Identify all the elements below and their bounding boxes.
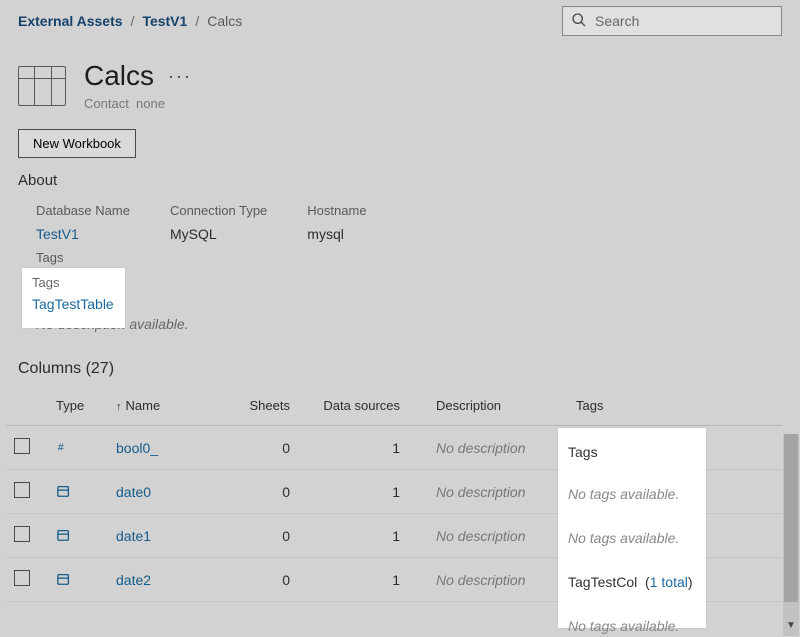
tags-cell: No tags available. bbox=[568, 558, 782, 602]
row-checkbox[interactable] bbox=[14, 570, 30, 586]
vertical-scrollbar[interactable]: ▲ ▼ bbox=[783, 434, 799, 636]
description-label: Description bbox=[36, 295, 764, 310]
col-tags-header[interactable]: Tags bbox=[568, 386, 782, 426]
connection-type-value: MySQL bbox=[170, 226, 267, 242]
search-icon bbox=[571, 12, 587, 31]
col-datasources-header[interactable]: Data sources bbox=[298, 386, 408, 426]
datasource-icon bbox=[18, 66, 66, 106]
breadcrumb-current: Calcs bbox=[207, 13, 242, 29]
contact-value: none bbox=[136, 96, 165, 111]
tags-cell: No tags available. bbox=[568, 426, 782, 470]
breadcrumb-root[interactable]: External Assets bbox=[18, 13, 123, 29]
date-type-icon bbox=[56, 571, 72, 587]
column-name-link[interactable]: date2 bbox=[116, 572, 151, 588]
row-checkbox[interactable] bbox=[14, 438, 30, 454]
sheets-cell: 0 bbox=[228, 514, 298, 558]
description-cell: No description bbox=[408, 470, 568, 514]
more-actions-button[interactable]: ··· bbox=[168, 66, 192, 87]
tags-cell: TagTestCol (1 total) bbox=[568, 514, 782, 558]
col-sheets-header[interactable]: Sheets bbox=[228, 386, 298, 426]
tags-value[interactable]: TagTestTable bbox=[36, 271, 764, 287]
table-row: # bool0_ 0 1 No description No tags avai… bbox=[6, 426, 782, 470]
hostname-value: mysql bbox=[307, 226, 366, 242]
number-type-icon: # bbox=[56, 439, 72, 455]
column-name-link[interactable]: bool0_ bbox=[116, 440, 158, 456]
date-type-icon bbox=[56, 527, 72, 543]
tags-cell: No tags available. bbox=[568, 470, 782, 514]
database-name-value[interactable]: TestV1 bbox=[36, 226, 130, 242]
datasources-cell: 1 bbox=[298, 470, 408, 514]
about-heading: About bbox=[0, 166, 800, 195]
col-type-header[interactable]: Type bbox=[48, 386, 108, 426]
datasources-cell: 1 bbox=[298, 558, 408, 602]
description-cell: No description bbox=[408, 426, 568, 470]
tags-label: Tags bbox=[36, 250, 764, 265]
column-name-link[interactable]: date1 bbox=[116, 528, 151, 544]
sort-asc-icon: ↑ bbox=[116, 401, 122, 413]
page-title: Calcs bbox=[84, 60, 154, 92]
connection-type-label: Connection Type bbox=[170, 203, 267, 218]
breadcrumb: External Assets / TestV1 / Calcs bbox=[18, 13, 242, 29]
scroll-down-icon[interactable]: ▼ bbox=[783, 620, 799, 636]
sheets-cell: 0 bbox=[228, 426, 298, 470]
search-input[interactable] bbox=[595, 13, 776, 29]
sheets-cell: 0 bbox=[228, 558, 298, 602]
contact-line: Contact none bbox=[84, 96, 192, 111]
description-value: No description available. bbox=[36, 316, 764, 332]
datasources-cell: 1 bbox=[298, 426, 408, 470]
date-type-icon bbox=[56, 483, 72, 499]
search-box[interactable] bbox=[562, 6, 782, 36]
sheets-cell: 0 bbox=[228, 470, 298, 514]
column-name-link[interactable]: date0 bbox=[116, 484, 151, 500]
database-name-label: Database Name bbox=[36, 203, 130, 218]
col-description-header[interactable]: Description bbox=[408, 386, 568, 426]
new-workbook-button[interactable]: New Workbook bbox=[18, 129, 136, 158]
row-checkbox[interactable] bbox=[14, 526, 30, 542]
datasources-cell: 1 bbox=[298, 514, 408, 558]
col-name-header[interactable]: ↑Name bbox=[108, 386, 228, 426]
row-checkbox[interactable] bbox=[14, 482, 30, 498]
hostname-label: Hostname bbox=[307, 203, 366, 218]
table-row: date1 0 1 No description TagTestCol (1 t… bbox=[6, 514, 782, 558]
columns-table: Type ↑Name Sheets Data sources Descripti… bbox=[0, 386, 800, 602]
breadcrumb-parent[interactable]: TestV1 bbox=[142, 13, 187, 29]
breadcrumb-sep: / bbox=[195, 13, 199, 29]
scroll-thumb[interactable] bbox=[784, 434, 798, 602]
table-row: date2 0 1 No description No tags availab… bbox=[6, 558, 782, 602]
columns-heading: Columns (27) bbox=[0, 336, 800, 386]
description-cell: No description bbox=[408, 514, 568, 558]
table-row: date0 0 1 No description No tags availab… bbox=[6, 470, 782, 514]
contact-label: Contact bbox=[84, 96, 129, 111]
breadcrumb-sep: / bbox=[131, 13, 135, 29]
description-cell: No description bbox=[408, 558, 568, 602]
svg-text:#: # bbox=[58, 441, 64, 453]
